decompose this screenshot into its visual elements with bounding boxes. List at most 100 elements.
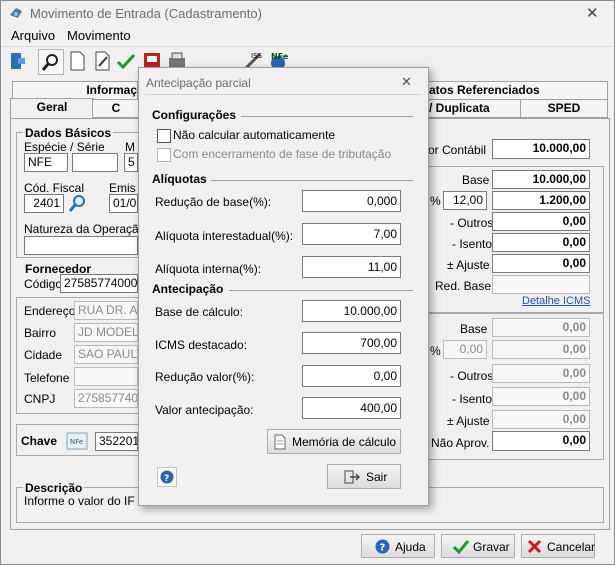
exit-button[interactable] [6,49,30,73]
tab-geral[interactable]: Geral [10,98,94,119]
edit-button[interactable] [90,49,114,73]
nao-aprov-input[interactable]: 0,00 [492,431,590,451]
exit-door-icon [344,470,360,484]
aliquotas-line [211,180,413,181]
configuracoes-title: Configurações [152,108,237,122]
new-document-icon [70,51,85,71]
outros-label: - Outros [450,216,494,230]
svg-text:?: ? [164,474,169,484]
exit-icon [11,53,25,69]
help-icon: ? [375,539,390,554]
app-icon [10,8,22,18]
window-title: Movimento de Entrada (Cadastramento) [30,6,262,21]
aliquota-interna-input[interactable]: 11,00 [302,256,401,278]
codigo-input[interactable]: 275857740001 [60,274,138,293]
antecipacao-dialog: Antecipação parcial ✕ Configurações Não … [138,67,429,506]
nao-calcular-checkbox[interactable] [157,129,171,143]
outros-input[interactable]: 0,00 [492,212,590,231]
ajuste-label: ± Ajuste [447,258,490,272]
new-document-button[interactable] [65,49,89,73]
especie-input[interactable]: NFE [24,153,68,172]
isento-input[interactable]: 0,00 [492,233,590,252]
menu-arquivo[interactable]: Arquivo [11,28,55,43]
bairro-label: Bairro [24,326,57,340]
chave-input[interactable]: 352201 [95,432,138,451]
ajuda-button[interactable]: ? Ajuda [361,534,435,558]
memoria-calculo-button[interactable]: Memória de cálculo [267,429,401,454]
icms-destacado-input[interactable]: 700,00 [302,332,401,354]
emissao-label: Emis [109,181,136,195]
search-button[interactable] [38,49,64,75]
cnpj-label: CNPJ [24,392,56,406]
base-input[interactable]: 10.000,00 [492,170,590,189]
m-label: M [125,140,135,154]
tab-c[interactable]: C [92,99,140,118]
configuracoes-line [241,116,413,117]
m-input[interactable]: 5 [124,153,138,172]
nfe-key-icon: NFe [66,432,88,450]
encerramento-label: Com encerramento de fase de tributação [173,147,392,161]
reducao-valor-input[interactable]: 0,00 [302,365,401,387]
icms-destacado-label: ICMS destacado: [155,338,248,352]
endereco-label: Endereço [24,304,76,318]
tab-documentos-referenciados[interactable]: atos Referenciados [428,81,608,100]
valor-antecipacao-label: Valor antecipação: [155,403,254,417]
nao-aprov-label: Não Aprov. [431,436,490,450]
cancel-icon [527,539,542,554]
aliquota-interestadual-label: Alíquota interestadual(%): [155,229,294,243]
base-calculo-input[interactable]: 10.000,00 [302,300,401,322]
codigo-label: Código [24,277,63,291]
confirm-icon [116,53,136,70]
svg-text:NFe: NFe [271,52,289,61]
dialog-close-button[interactable]: ✕ [401,74,412,90]
ajuste2-input: 0,00 [492,410,590,429]
base2-input: 0,00 [492,318,590,337]
chave-label: Chave [21,434,58,448]
tab-duplicata[interactable]: / Duplicata [428,99,522,118]
cancelar-label: Cancelar [547,540,596,554]
reducao-valor-label: Redução valor(%): [155,370,255,384]
search-icon [41,54,58,71]
tab-sped[interactable]: SPED [520,99,608,118]
red-base-input [492,275,590,294]
antecipacao-line [229,290,413,291]
gravar-button[interactable]: Gravar [441,534,515,558]
red-base-label: Red. Base [435,279,492,293]
reducao-base-input[interactable]: 0,000 [302,190,401,212]
valor-antecipacao-input[interactable]: 400,00 [302,397,401,419]
cancelar-button[interactable]: Cancelar [521,534,595,558]
aliquota-input[interactable]: 12,00 [443,191,487,210]
descricao-text: Informe o valor do IF [24,494,135,508]
detalhe-icms-link[interactable]: Detalhe ICMS [522,295,590,307]
isento2-input: 0,00 [492,387,590,406]
ajuste-input[interactable]: 0,00 [492,254,590,273]
cod-fiscal-search-button[interactable] [67,193,87,213]
encerramento-checkbox [157,148,171,162]
nfe-key-button[interactable]: NFe [66,431,88,451]
valor-contabil-input[interactable]: 10.000,00 [492,139,590,159]
dialog-help-button[interactable]: ? [157,467,177,487]
edit-icon [95,51,110,71]
base2-label: Base [460,322,488,336]
icms-value-input[interactable]: 1.200,00 [492,191,590,210]
isento-label: - Isento [452,237,493,251]
bairro-input: JD MODEL [74,323,138,342]
nao-calcular-label: Não calcular automaticamente [173,128,336,142]
endereco-input: RUA DR. A [74,301,138,320]
menu-movimento[interactable]: Movimento [67,28,131,43]
search-icon [68,195,85,212]
confirm-button[interactable] [114,49,138,73]
emissao-input[interactable]: 01/0 [109,194,138,213]
natureza-input[interactable] [24,236,138,255]
outros2-input: 0,00 [492,364,590,383]
cnpj-input: 275857740 [74,389,138,408]
document-icon [274,434,286,450]
serie-input[interactable] [72,153,118,172]
window-close-button[interactable]: ✕ [586,4,599,22]
sair-button[interactable]: Sair [327,464,401,489]
sair-label: Sair [366,470,388,484]
aliquota-interestadual-input[interactable]: 7,00 [302,223,401,245]
cod-fiscal-input[interactable]: 2401 [24,194,64,213]
aliquotas-title: Alíquotas [152,172,207,186]
svg-text:NFe: NFe [70,438,83,446]
